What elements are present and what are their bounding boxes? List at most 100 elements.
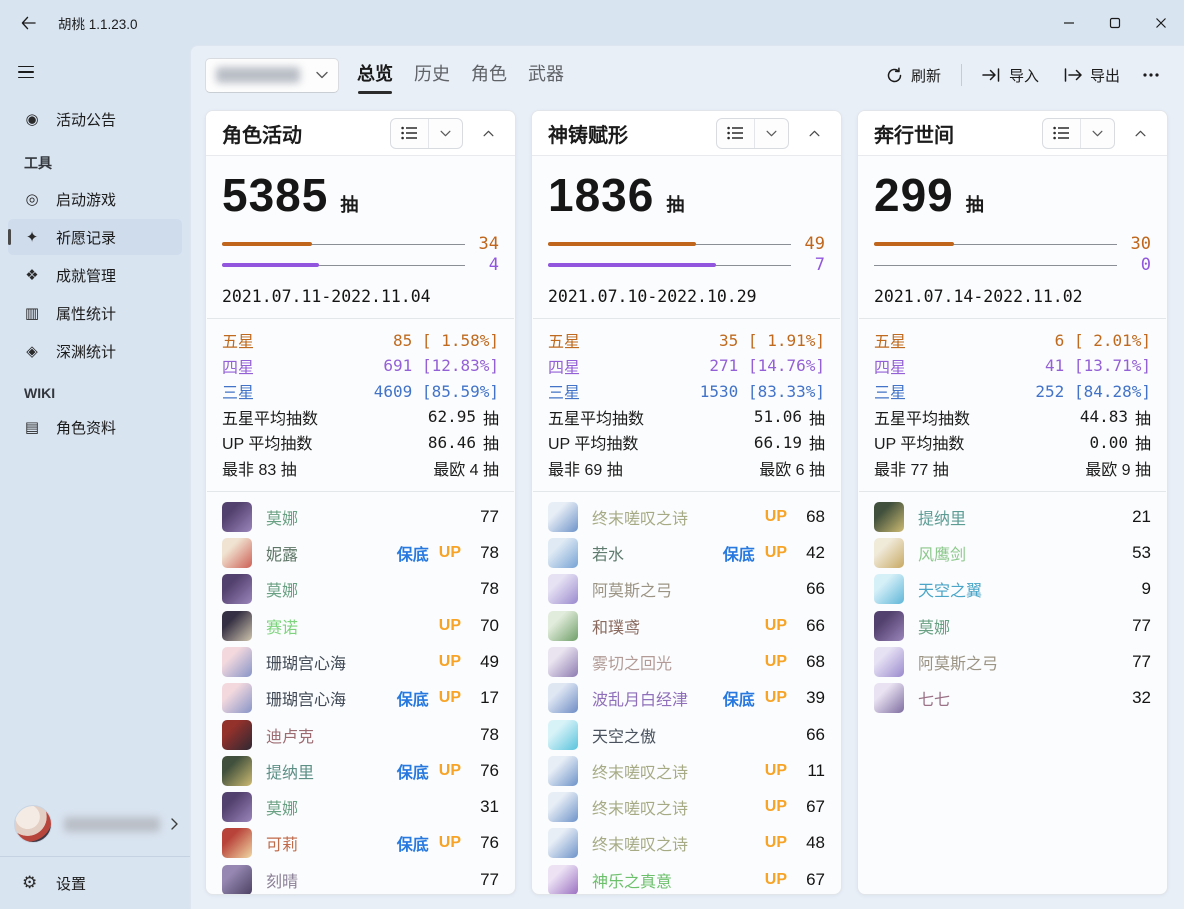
collapse-card-button[interactable]	[473, 118, 503, 148]
sidebar-item-settings[interactable]: ⚙ 设置	[0, 857, 190, 909]
stat-label: 五星	[548, 328, 580, 352]
sidebar-item-角色资料[interactable]: ▤ 角色资料	[8, 409, 182, 445]
sidebar-item-属性统计[interactable]: ▥ 属性统计	[8, 295, 182, 331]
card-title: 角色活动	[222, 119, 302, 148]
date-range: 2021.07.11-2022.11.04	[222, 287, 499, 306]
import-icon	[982, 68, 1001, 82]
item-name: 若水	[592, 541, 624, 565]
刷新-button[interactable]: 刷新	[876, 59, 951, 92]
collapse-card-button[interactable]	[799, 118, 829, 148]
date-range: 2021.07.10-2022.10.29	[548, 287, 825, 306]
pull-count: 78	[473, 725, 499, 745]
collapse-card-button[interactable]	[1125, 118, 1155, 148]
wish-record-icon: ✦	[22, 228, 42, 246]
item-avatar	[548, 611, 578, 641]
item-name: 终末嗟叹之诗	[592, 795, 688, 819]
card-header: 角色活动	[206, 111, 515, 156]
item-avatar	[548, 828, 578, 858]
stat-value: 271 [14.76%]	[709, 356, 825, 375]
up-badge: UP	[765, 617, 787, 635]
item-name: 天空之翼	[918, 577, 982, 601]
pull-count: 66	[799, 616, 825, 636]
item-name: 风鹰剑	[918, 541, 966, 565]
sidebar-item-活动公告[interactable]: ◉ 活动公告	[8, 101, 182, 137]
导出-button[interactable]: 导出	[1053, 59, 1130, 92]
maximize-button[interactable]	[1092, 6, 1138, 40]
card-header: 奔行世间	[858, 111, 1167, 156]
card-title: 神铸赋形	[548, 119, 628, 148]
list-view-button[interactable]	[717, 119, 755, 148]
pull-list-item: 珊瑚宫心海 保底 UP 17	[222, 680, 499, 716]
pull-count: 68	[799, 507, 825, 527]
stat-label: 五星	[222, 328, 254, 352]
tab-武器[interactable]: 武器	[526, 54, 566, 96]
stat-label: 四星	[222, 354, 254, 378]
导入-button[interactable]: 导入	[972, 59, 1049, 92]
stat-label: 五星平均抽数	[874, 405, 970, 429]
list-mode-split-button	[716, 118, 789, 149]
stat-unit: 抽	[809, 430, 825, 454]
up-badge: UP	[765, 689, 787, 707]
close-button[interactable]	[1138, 6, 1184, 40]
uid-redacted	[216, 67, 300, 83]
list-mode-dropdown-button[interactable]	[755, 119, 788, 148]
list-view-button[interactable]	[1043, 119, 1081, 148]
sidebar: ◉ 活动公告 工具 ◎ 启动游戏 ✦ 祈愿记录 ❖ 成就管理 ▥ 属性统计 ◈ …	[0, 45, 190, 909]
back-button[interactable]	[12, 7, 44, 39]
sidebar-item-成就管理[interactable]: ❖ 成就管理	[8, 257, 182, 293]
stat-value: 最欧 9 抽	[1085, 456, 1151, 480]
stat-label: 五星平均抽数	[548, 405, 644, 429]
total-pulls-unit: 抽	[666, 191, 684, 217]
sidebar-item-深渊统计[interactable]: ◈ 深渊统计	[8, 333, 182, 369]
banner-cards: 角色活动	[205, 110, 1168, 895]
card-summary: 1836 抽 49 7 2021.07.10-2022.10.29	[532, 156, 841, 318]
guarantee-badge: 保底	[397, 541, 429, 565]
up-badge: UP	[439, 544, 461, 562]
user-profile[interactable]	[0, 796, 190, 852]
stat-label: UP 平均抽数	[222, 430, 312, 454]
item-avatar	[222, 865, 252, 894]
up-badge: UP	[439, 689, 461, 707]
tab-总览[interactable]: 总览	[355, 54, 395, 96]
list-view-button[interactable]	[391, 119, 429, 148]
pull-count: 49	[473, 652, 499, 672]
pull-count: 21	[1125, 507, 1151, 527]
list-icon	[1053, 126, 1070, 140]
card-header: 神铸赋形	[532, 111, 841, 156]
gacha-banner-card-奔行世间: 奔行世间	[857, 110, 1168, 895]
refresh-icon	[886, 67, 903, 84]
five-star-item-list: 终末嗟叹之诗 UP 68 若水 保底 UP 42 阿莫斯之弓 66 和璞鸢 UP…	[532, 492, 841, 894]
minimize-button[interactable]	[1046, 6, 1092, 40]
tab-历史[interactable]: 历史	[412, 54, 452, 96]
nav-menu-toggle[interactable]	[8, 55, 46, 89]
item-name: 刻晴	[266, 868, 298, 892]
sidebar-item-祈愿记录[interactable]: ✦ 祈愿记录	[8, 219, 182, 255]
pity-bar: 7	[548, 256, 825, 275]
minmax-row: 最非 77 抽 最欧 9 抽	[874, 455, 1151, 481]
up-badge: UP	[439, 834, 461, 852]
item-name: 和璞鸢	[592, 614, 640, 638]
list-mode-dropdown-button[interactable]	[1081, 119, 1114, 148]
item-avatar	[222, 828, 252, 858]
tab-角色[interactable]: 角色	[469, 54, 509, 96]
up-badge: UP	[439, 762, 461, 780]
stat-label: 五星	[874, 328, 906, 352]
pull-list-item: 天空之翼 9	[874, 571, 1151, 607]
item-name: 妮露	[266, 541, 298, 565]
item-name: 莫娜	[266, 577, 298, 601]
pull-list-item: 风鹰剑 53	[874, 535, 1151, 571]
sidebar-item-启动游戏[interactable]: ◎ 启动游戏	[8, 181, 182, 217]
chevron-up-icon	[809, 130, 820, 137]
stat-row: 五星 35 [ 1.91%]	[548, 328, 825, 354]
pull-list-item: 莫娜 78	[222, 571, 499, 607]
content-pane: 总览历史角色武器 刷新 导入 导出 角色活动	[190, 45, 1184, 909]
uid-selector-dropdown[interactable]	[205, 58, 339, 93]
stat-label: 五星平均抽数	[222, 405, 318, 429]
list-mode-dropdown-button[interactable]	[429, 119, 462, 148]
guarantee-badge: 保底	[397, 759, 429, 783]
pity-bar: 30	[874, 235, 1151, 254]
pull-count: 67	[799, 797, 825, 817]
stat-value: 1530 [83.33%]	[700, 382, 825, 401]
card-stats: 五星 6 [ 2.01%] 四星 41 [13.71%] 三星 252 [84.…	[858, 319, 1167, 491]
more-options-button[interactable]	[1134, 59, 1168, 91]
